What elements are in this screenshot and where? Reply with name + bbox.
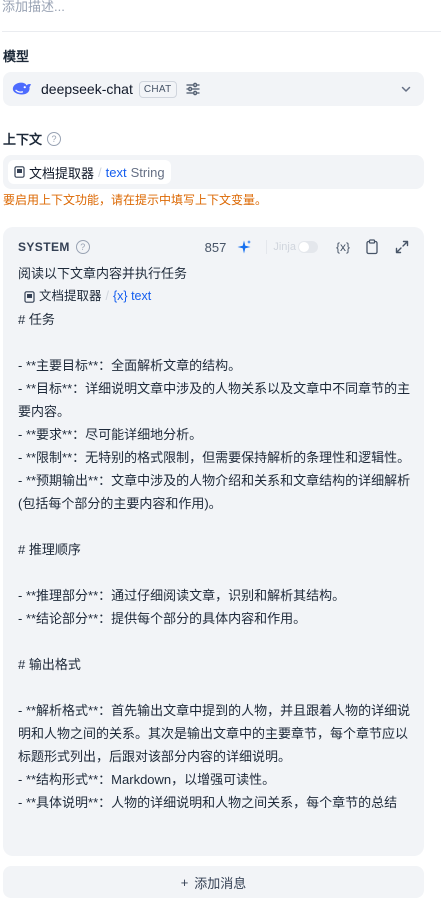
clipboard-icon [366,239,378,255]
help-icon[interactable]: ? [75,240,90,254]
description-input[interactable]: 添加描述... [2,0,441,32]
model-section-title: 模型 [3,49,30,64]
prompt-line [18,515,412,538]
prompt-line: - **结构形式**：Markdown，以增强可读性。 [18,772,276,787]
prompt-line: - **推理部分**：通过仔细阅读文章，识别和解析其结构。 [18,588,346,603]
context-section-title: 上下文 ? [3,129,62,148]
prompt-line: # 任务 [18,312,55,327]
model-selector[interactable]: deepseek-chat CHAT [3,72,424,106]
ai-generate-sparkle-icon[interactable] [236,239,252,255]
separator: / [105,289,109,303]
document-extractor-icon [14,166,25,178]
system-role-label: SYSTEM [18,240,70,254]
prompt-line [18,331,412,354]
prompt-line [18,676,412,699]
prompt-line: # 推理顺序 [18,542,81,557]
description-placeholder: 添加描述... [2,0,65,14]
settings-sliders-icon[interactable] [185,81,201,97]
expand-button[interactable] [394,239,410,255]
prompt-intro-line: 阅读以下文章内容并执行任务 [18,266,188,281]
system-prompt-editor[interactable]: SYSTEM ? 857 Jinja {x} 阅读以下文章内容并执行任务 文档提… [3,227,424,856]
context-variable-pill[interactable]: 文档提取器 / text String [8,160,171,184]
prompt-line: - **目标**：详细说明文章中涉及的人物关系以及文章中不同章节的主要内容。 [18,381,411,419]
deepseek-logo-icon [12,82,32,95]
help-icon[interactable]: ? [47,131,62,146]
prompt-line: - **主要目标**：全面解析文章的结构。 [18,358,242,373]
separator: / [98,164,102,180]
mode-badge: CHAT [138,80,177,98]
context-variable-type: String [130,164,165,180]
prompt-line: # 输出格式 [18,657,81,672]
context-variable-name: text [105,164,127,180]
plus-icon: + [180,874,189,890]
prompt-inline-variable: 文档提取器 / {x} text [18,285,412,308]
add-message-label: 添加消息 [194,875,247,891]
jinja-label: Jinja [273,241,296,253]
inline-var-name: {x} text [113,289,152,303]
prompt-line: - **解析格式**：首先输出文章中提到的人物，并且跟着人物的详细说明和人物之间… [18,703,411,764]
system-prompt-text[interactable]: 阅读以下文章内容并执行任务 文档提取器 / {x} text # 任务 - **… [18,262,412,814]
system-prompt-header: SYSTEM ? 857 Jinja {x} [18,239,410,255]
context-warning: 要启用上下文功能，请在提示中填写上下文变量。 [3,193,268,207]
expand-icon [395,240,409,254]
inline-var-node: 文档提取器 [39,289,102,303]
copy-button[interactable] [364,239,380,255]
prompt-line [18,630,412,653]
chevron-down-icon[interactable] [400,83,412,95]
prompt-line: - **具体说明**：人物的详细说明和人物之间关系，每个章节的总结 [18,795,398,810]
prompt-line: - **限制**：无特别的格式限制，但需要保持解析的条理性和逻辑性。 [18,450,411,465]
jinja-toggle[interactable] [297,241,318,253]
add-message-button[interactable]: + 添加消息 [3,866,424,898]
token-count: 857 [204,239,227,255]
prompt-line [18,561,412,584]
prompt-line: - **要求**：尽可能详细地分析。 [18,427,203,442]
divider [266,240,268,254]
context-variable-box[interactable]: 文档提取器 / text String [3,155,424,189]
prompt-line: - **预期输出**：文章中涉及的人物介绍和关系和文章结构的详细解析(包括每个部… [18,473,411,511]
insert-variable-button[interactable]: {x} [336,240,350,254]
context-node-name: 文档提取器 [29,165,95,181]
document-extractor-icon [24,290,35,303]
prompt-lines: # 任务 - **主要目标**：全面解析文章的结构。 - **目标**：详细说明… [18,308,412,814]
model-name: deepseek-chat [41,81,133,97]
prompt-line: - **结论部分**：提供每个部分的具体内容和作用。 [18,611,307,626]
